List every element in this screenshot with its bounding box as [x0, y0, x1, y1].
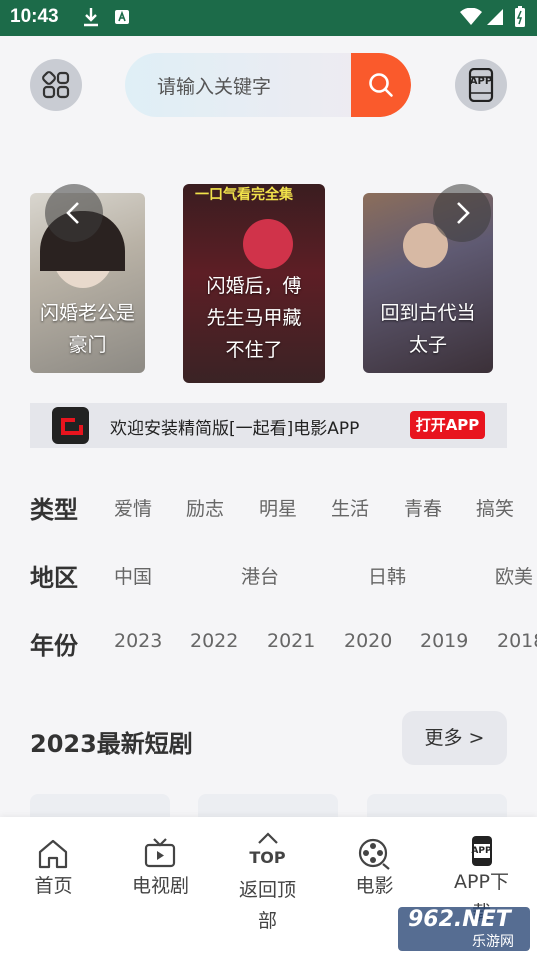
tab-back-to-top[interactable]: TOP 返回顶 部 [214, 817, 321, 956]
filter-option[interactable]: 2022 [190, 630, 238, 652]
watermark-line1: 962.NET [408, 907, 511, 932]
download-icon [80, 6, 102, 32]
film-reel-icon [358, 838, 390, 870]
filter-option[interactable]: 生活 [331, 494, 369, 521]
tab-home[interactable]: 首页 [0, 817, 107, 956]
filter-type-label: 类型 [30, 496, 78, 524]
open-app-button[interactable]: 打开APP [410, 411, 485, 439]
watermark-logo: 962.NET 乐游网 [398, 907, 530, 951]
notification-a-icon [114, 9, 130, 29]
filter-option[interactable]: 2021 [267, 630, 315, 652]
filter-option[interactable]: 青春 [404, 494, 442, 521]
menu-button[interactable] [30, 59, 82, 111]
filter-option[interactable]: 2019 [420, 630, 468, 652]
card-2-rose [243, 219, 293, 269]
search-input[interactable]: 请输入关键字 [157, 72, 271, 99]
filter-option[interactable]: 日韩 [368, 562, 406, 589]
tab-label: 返回顶 部 [238, 879, 296, 932]
filter-row-year: 年份 2023 2022 2021 2020 2019 2018 [0, 626, 537, 666]
carousel-next-button[interactable] [433, 184, 491, 242]
filter-option[interactable]: 欧美 [495, 562, 533, 589]
carousel-prev-button[interactable] [45, 184, 103, 242]
filter-option[interactable]: 2018 [497, 630, 537, 652]
search-button[interactable] [351, 53, 411, 117]
filter-option[interactable]: 励志 [186, 494, 224, 521]
install-app-banner[interactable]: 欢迎安装精简版[一起看]电影APP 打开APP [30, 403, 507, 448]
filter-region-label: 地区 [30, 564, 78, 592]
filter-option[interactable]: 2020 [344, 630, 392, 652]
app-download-icon-label: APP [471, 846, 492, 856]
tv-icon [144, 838, 176, 868]
filter-option[interactable]: 2023 [114, 630, 162, 652]
chevron-right-icon [457, 202, 470, 224]
carousel-card-2[interactable]: 一口气看完全集 闪婚后，傅 先生马甲藏 不住了 [183, 184, 325, 383]
tab-tv-series[interactable]: 电视剧 [107, 817, 214, 956]
carousel-card-2-title: 闪婚后，傅 先生马甲藏 不住了 [206, 275, 302, 361]
card-2-overlay-text: 一口气看完全集 [195, 187, 293, 203]
carousel-card-3-title: 回到古代当 太子 [380, 302, 476, 356]
filter-option[interactable]: 中国 [114, 562, 152, 589]
status-bar: 10:43 [0, 0, 537, 36]
top-icon-label: TOP [249, 848, 286, 867]
filter-option[interactable]: 明星 [259, 494, 297, 521]
search-bar[interactable]: 请输入关键字 [125, 53, 411, 117]
filter-option[interactable]: 搞笑 [476, 494, 514, 521]
filter-option[interactable]: 港台 [241, 562, 279, 589]
app-button[interactable]: APP [455, 59, 507, 111]
home-icon [38, 839, 68, 869]
status-time: 10:43 [10, 6, 59, 27]
app-logo-icon [52, 407, 89, 444]
watermark-line2: 乐游网 [472, 934, 514, 950]
grid-icon [42, 71, 70, 99]
more-button[interactable]: 更多 > [402, 711, 507, 765]
battery-icon [514, 6, 526, 32]
filter-option[interactable]: 爱情 [114, 494, 152, 521]
tab-label: 首页 [34, 875, 73, 897]
tab-label: 电影 [355, 875, 394, 897]
filter-row-region: 地区 中国 港台 日韩 欧美 [0, 558, 537, 598]
filter-year-label: 年份 [30, 632, 78, 660]
banner-text: 欢迎安装精简版[一起看]电影APP [110, 419, 360, 439]
section-title: 2023最新短剧 [30, 730, 193, 758]
filter-row-type: 类型 爱情 励志 明星 生活 青春 搞笑 [0, 490, 537, 530]
search-icon [369, 73, 393, 97]
signal-icon [486, 8, 504, 30]
top-icon [258, 832, 278, 844]
home-page: 请输入关键字 APP 闪婚老公是 豪门 一口气看完全集 闪婚后，傅 先生马甲藏 … [0, 36, 537, 956]
chevron-left-icon [66, 202, 79, 224]
tab-label: 电视剧 [131, 875, 189, 897]
app-icon-label: APP [469, 76, 493, 87]
wifi-icon [460, 7, 482, 30]
carousel-card-1-title: 闪婚老公是 豪门 [39, 302, 135, 356]
